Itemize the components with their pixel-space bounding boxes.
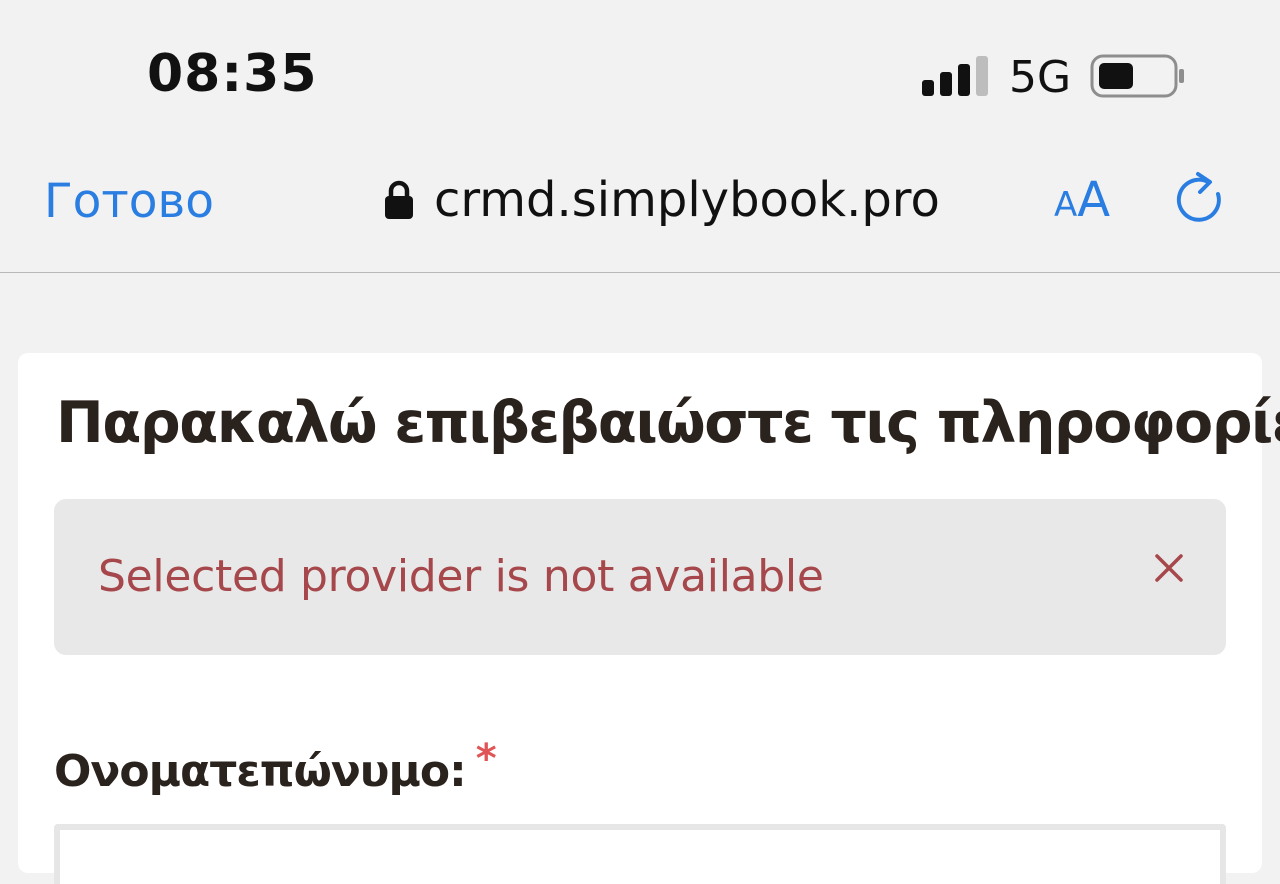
battery-icon — [1090, 54, 1184, 98]
name-input[interactable] — [54, 824, 1226, 884]
alert-message: Selected provider is not available — [98, 551, 824, 602]
text-size-big-label: A — [1077, 172, 1111, 228]
close-icon[interactable] — [1154, 553, 1184, 583]
required-asterisk: * — [475, 736, 497, 782]
lock-icon — [385, 180, 413, 219]
status-time: 08:35 — [147, 44, 318, 104]
name-field-label: Ονοματεπώνυμο: * — [54, 736, 497, 797]
error-alert: Selected provider is not available — [54, 499, 1226, 655]
cellular-signal-icon — [922, 56, 988, 96]
done-button[interactable]: Готово — [44, 174, 214, 229]
reload-icon[interactable] — [1174, 170, 1226, 226]
status-bar: 08:35 5G — [0, 0, 1280, 150]
address-bar[interactable]: crmd.simplybook.pro — [384, 170, 940, 230]
text-size-small-label: A — [1054, 185, 1078, 225]
text-size-button[interactable]: AA — [1054, 172, 1110, 228]
page-title: Παρακαλώ επιβεβαιώστε τις πληροφορίες — [56, 390, 1280, 456]
url-text: crmd.simplybook.pro — [434, 172, 940, 228]
network-type: 5G — [1009, 52, 1072, 103]
name-label-text: Ονοματεπώνυμο: — [54, 746, 467, 797]
